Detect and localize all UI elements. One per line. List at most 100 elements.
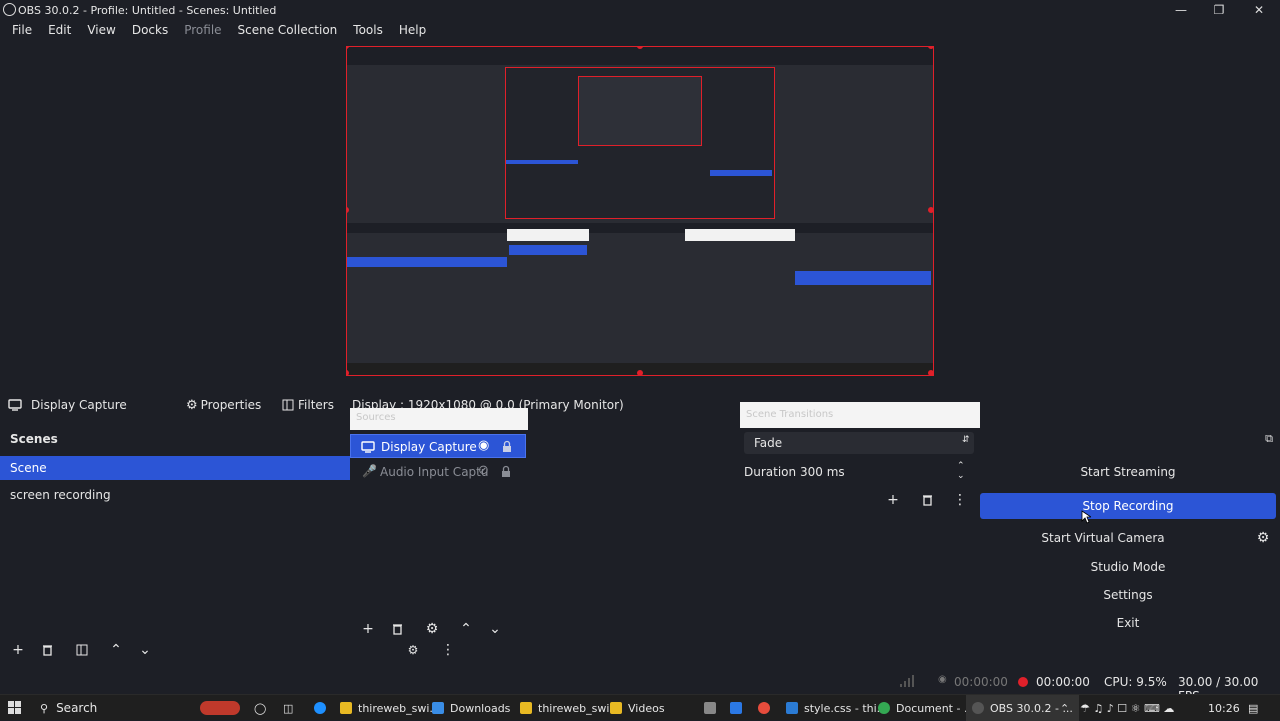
cpu-usage: CPU: 9.5% <box>1104 675 1167 689</box>
scenes-dock: Scenes Scene screen recording + ⌃ ⌄ <box>0 428 350 668</box>
add-source-button[interactable]: + <box>357 618 379 640</box>
filter-icon <box>282 399 294 411</box>
menu-scene-collection[interactable]: Scene Collection <box>230 23 346 37</box>
notification-icon[interactable]: ▤ <box>1248 695 1258 721</box>
app-icon[interactable] <box>704 695 722 721</box>
studio-mode-button[interactable]: Studio Mode <box>980 554 1276 580</box>
resize-handle[interactable] <box>347 370 349 375</box>
signal-bars-icon <box>900 675 914 687</box>
menu-edit[interactable]: Edit <box>40 23 79 37</box>
resize-handle[interactable] <box>928 47 933 49</box>
settings-button[interactable]: Settings <box>980 582 1276 608</box>
sources-title: Sources <box>356 412 396 423</box>
gear-icon: ⚙ <box>186 397 198 413</box>
windows-start-icon[interactable] <box>8 695 22 721</box>
start-streaming-button[interactable]: Start Streaming <box>980 459 1276 485</box>
remove-source-button[interactable] <box>386 618 408 640</box>
menu-help[interactable]: Help <box>391 23 434 37</box>
transition-select[interactable]: Fade ⇵ <box>744 432 974 454</box>
resize-handle[interactable] <box>928 370 933 375</box>
menu-file[interactable]: File <box>4 23 40 37</box>
transitions-title-bar: Scene Transitions <box>740 402 980 428</box>
nested-stop-button <box>710 170 772 176</box>
menu-profile[interactable]: Profile <box>176 23 229 37</box>
close-button[interactable]: ✕ <box>1240 0 1278 20</box>
nested-scene-selected <box>347 257 507 267</box>
more-options-icon[interactable]: ⋮ <box>949 489 971 511</box>
clock[interactable]: 10:26 <box>1208 695 1240 721</box>
remove-scene-button[interactable] <box>36 639 58 661</box>
cortana-icon[interactable]: ◯ <box>254 695 266 721</box>
duration-input[interactable]: 300 ms ⌃ ⌄ <box>796 461 970 483</box>
taskbar-item[interactable]: thireweb_swi... <box>520 695 620 721</box>
taskbar-item[interactable]: Videos <box>610 695 665 721</box>
mail-icon[interactable] <box>730 695 748 721</box>
resize-handle[interactable] <box>347 207 349 213</box>
nested-stop-recording <box>795 271 931 285</box>
nested-scene-row <box>506 160 578 164</box>
gear-icon[interactable]: ⚙ <box>421 618 443 640</box>
minimize-button[interactable]: — <box>1162 0 1200 20</box>
trash-icon <box>392 624 402 635</box>
source-item[interactable]: Display Capture ◉ <box>350 434 526 458</box>
menu-view[interactable]: View <box>79 23 123 37</box>
record-time: 00:00:00 <box>1036 675 1090 689</box>
nested-source-selected <box>509 245 587 255</box>
trash-icon <box>42 645 52 656</box>
menu-docks[interactable]: Docks <box>124 23 176 37</box>
preview-canvas[interactable] <box>346 46 934 376</box>
chevron-down-icon[interactable]: ⌄ <box>484 618 506 640</box>
gear-icon[interactable]: ⚙ <box>1252 527 1274 549</box>
chevron-up-icon[interactable]: ⌃ <box>105 639 127 661</box>
resize-handle[interactable] <box>928 207 933 213</box>
chrome-icon[interactable] <box>758 695 776 721</box>
eye-hidden-icon[interactable]: ⊘ <box>478 463 489 478</box>
transitions-title: Scene Transitions <box>746 409 834 420</box>
filter-icon <box>76 644 88 656</box>
scene-item[interactable]: screen recording <box>0 483 350 507</box>
task-view-icon[interactable]: ◫ <box>283 695 293 721</box>
undock-icon[interactable]: ⧉ <box>1258 428 1280 450</box>
taskbar-item[interactable]: Document - ... <box>878 695 974 721</box>
taskbar-item[interactable]: thireweb_swi... <box>340 695 440 721</box>
menu-tools[interactable]: Tools <box>345 23 391 37</box>
chevron-up-icon[interactable]: ⌃ <box>1060 695 1069 721</box>
chevron-down-icon[interactable]: ⌄ <box>134 639 156 661</box>
nested-preview-inner <box>578 76 702 146</box>
taskbar-item[interactable]: Downloads <box>432 695 510 721</box>
lock-icon[interactable] <box>502 440 512 453</box>
add-transition-button[interactable]: + <box>882 489 904 511</box>
eye-icon[interactable]: ◉ <box>478 438 489 453</box>
lock-icon[interactable] <box>501 465 511 478</box>
filters-button[interactable]: Filters <box>282 392 334 418</box>
exit-button[interactable]: Exit <box>980 610 1276 636</box>
obs-logo-icon <box>3 3 16 16</box>
taskbar-item[interactable]: style.css - thi... <box>786 695 887 721</box>
nested-sources-popup <box>507 229 589 241</box>
stream-time: 00:00:00 <box>954 675 1008 689</box>
window-title: OBS 30.0.2 - Profile: Untitled - Scenes:… <box>18 3 277 17</box>
remove-transition-button[interactable] <box>916 489 938 511</box>
scene-item[interactable]: Scene <box>0 456 350 480</box>
stop-recording-button[interactable]: Stop Recording <box>980 493 1276 519</box>
chevron-up-icon[interactable]: ⌃ <box>455 618 477 640</box>
resize-handle[interactable] <box>637 370 643 375</box>
more-options-icon[interactable]: ⋮ <box>437 639 459 661</box>
taskbar-search[interactable]: ⚲ Search <box>40 695 190 721</box>
nested-preview <box>505 67 775 219</box>
properties-button[interactable]: ⚙ Properties <box>186 392 261 418</box>
restore-button[interactable]: ❐ <box>1200 0 1238 20</box>
source-item[interactable]: 🎤 Audio Input Captu ⊘ <box>350 460 526 484</box>
taskbar: ⚲ Search ◯ ◫ thireweb_swi... Downloads t… <box>0 694 1280 721</box>
mouse-cursor-icon <box>1081 510 1091 524</box>
spinner-icon[interactable]: ⌃ ⌄ <box>957 461 965 481</box>
add-scene-button[interactable]: + <box>7 639 29 661</box>
wrench-icon[interactable]: ⚙ <box>402 639 424 661</box>
tray-icons[interactable]: ☂ ♫ ♪ ☐ ⚛ ⌨ ☁ <box>1080 695 1174 721</box>
monitor-icon <box>361 441 375 453</box>
scene-filters-button[interactable] <box>71 639 93 661</box>
status-bar: ◉ 00:00:00 00:00:00 CPU: 9.5% 30.00 / 30… <box>0 670 1280 703</box>
microphone-icon: 🎤 <box>362 464 377 478</box>
start-virtual-camera-button[interactable]: Start Virtual Camera <box>968 525 1238 551</box>
edge-icon[interactable] <box>314 695 332 721</box>
